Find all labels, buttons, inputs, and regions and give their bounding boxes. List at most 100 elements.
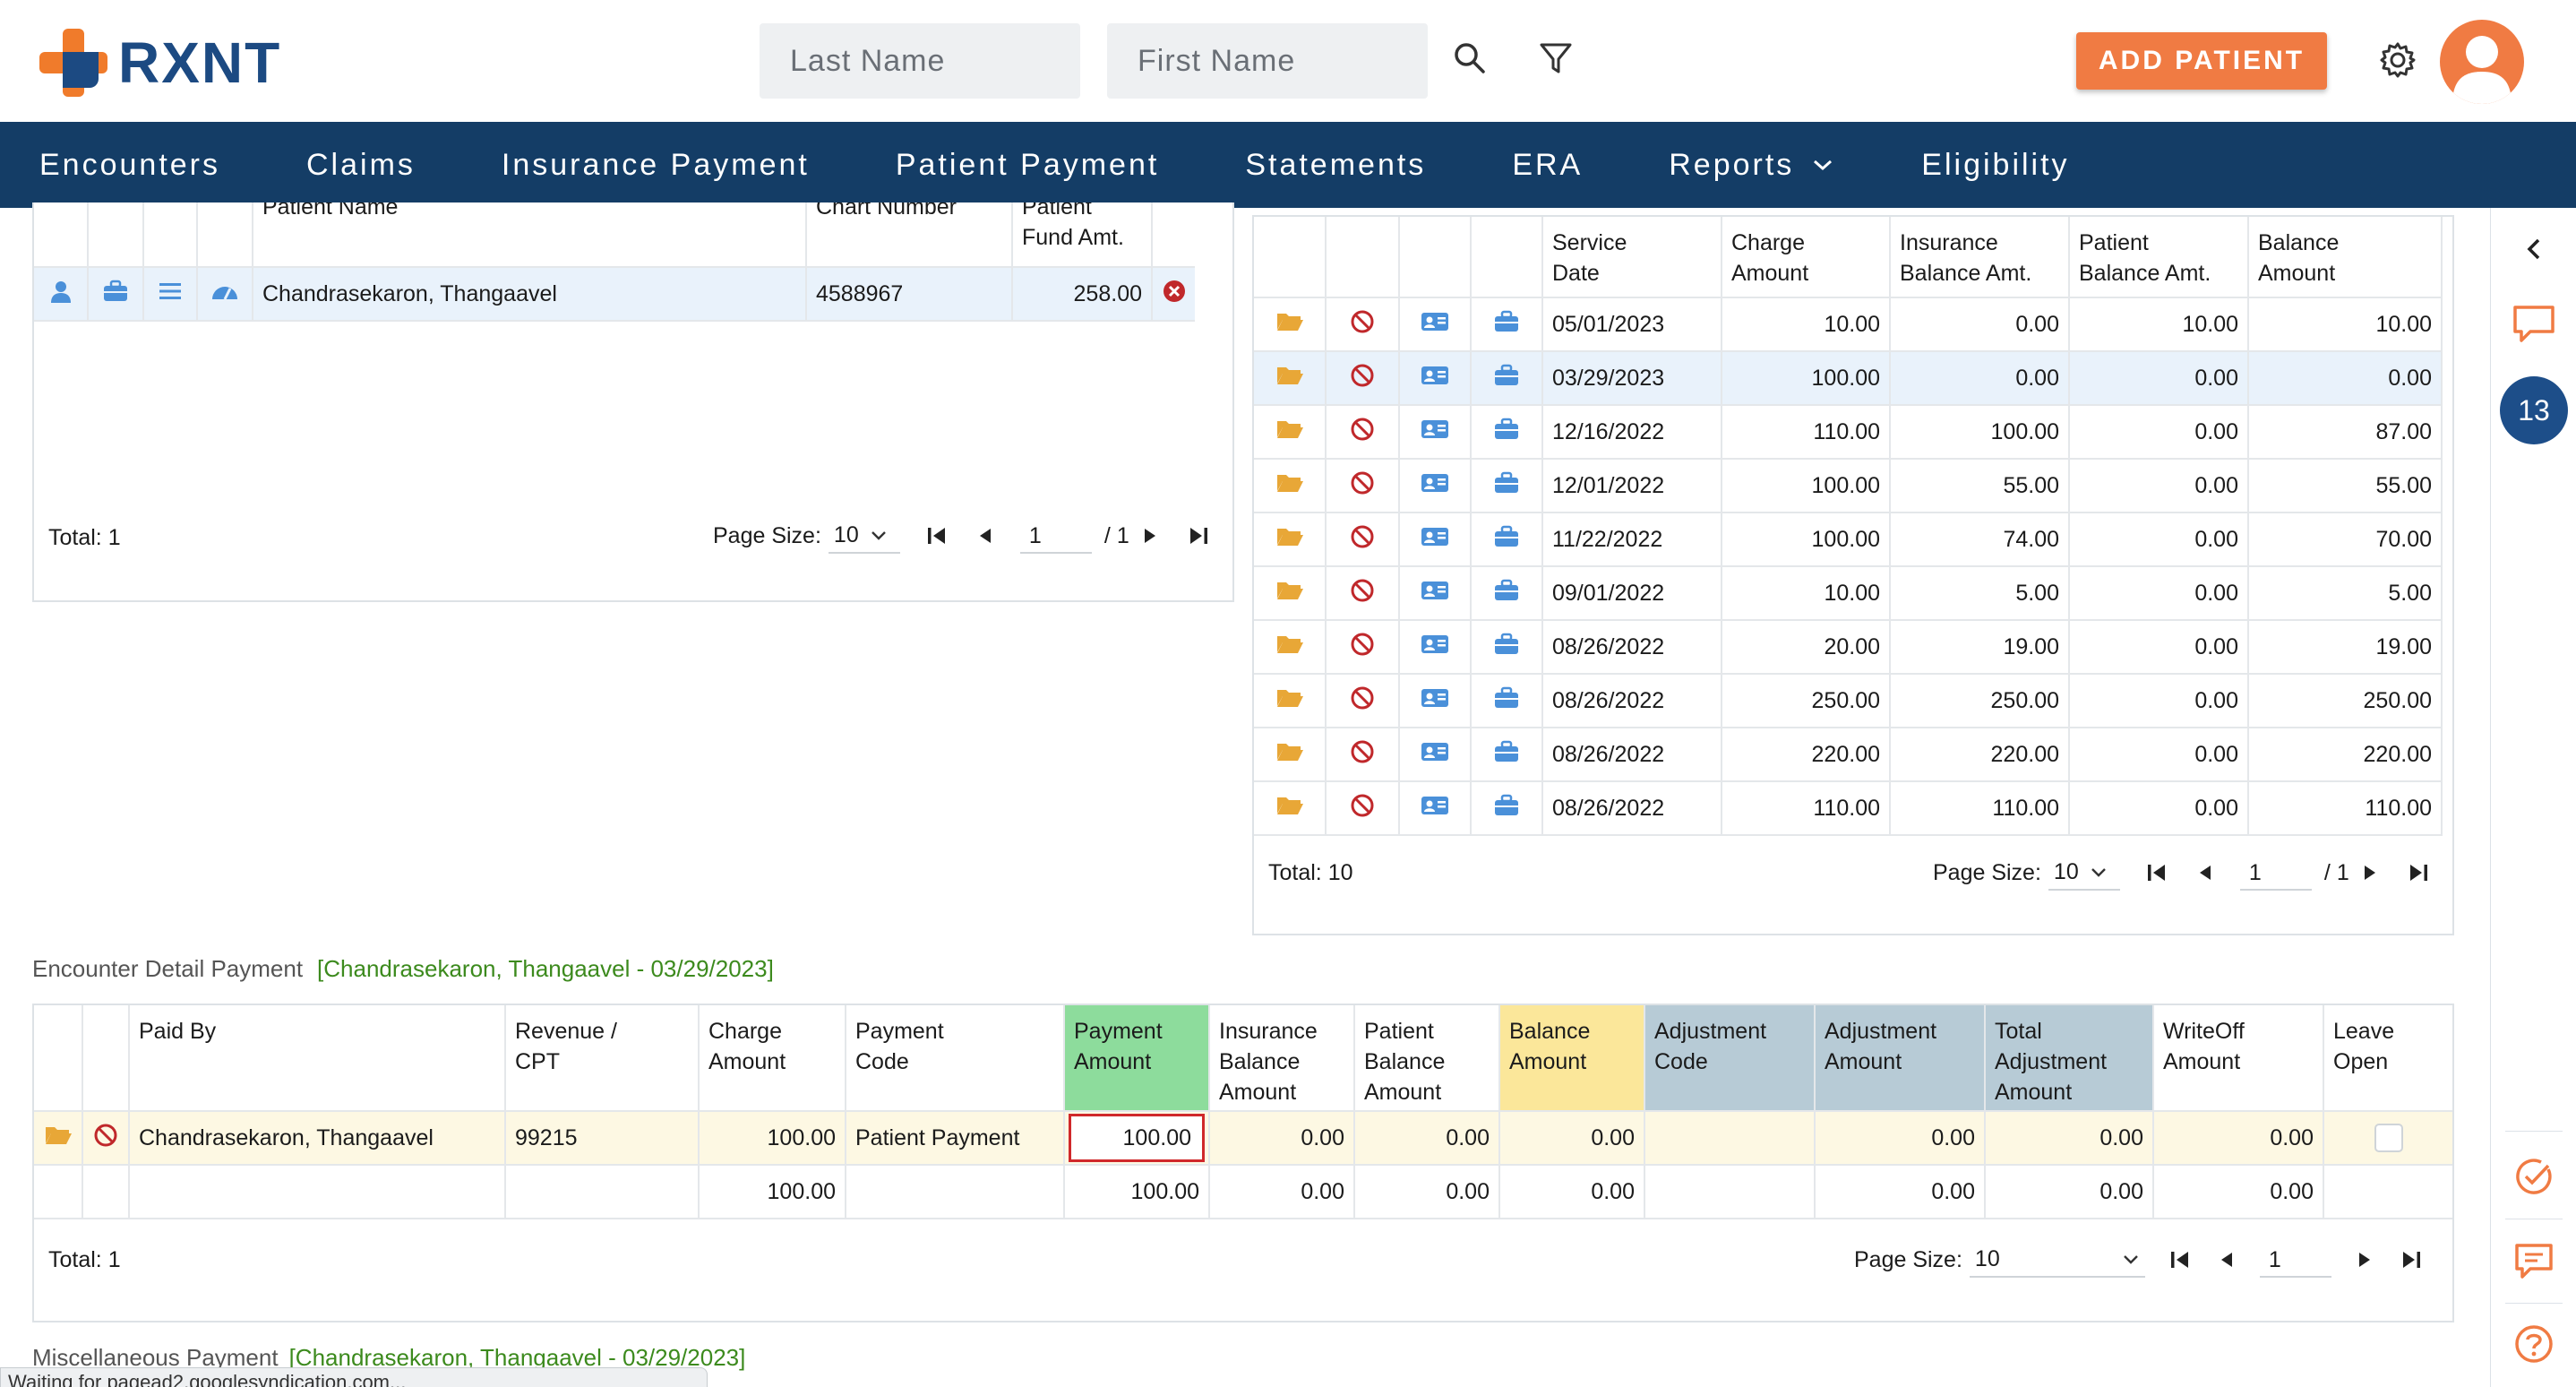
leave-open-checkbox[interactable] [2374, 1124, 2403, 1152]
list-icon[interactable] [143, 267, 198, 322]
col-balance-amount[interactable]: Balance Amount [1499, 1005, 1645, 1112]
first-page-icon[interactable] [923, 524, 950, 547]
col-payment-amount[interactable]: Payment Amount [1064, 1005, 1210, 1112]
table-row[interactable]: 05/01/2023 10.00 0.00 10.00 10.00 [1254, 297, 2443, 352]
col-insurance-balance[interactable]: Insurance Balance Amount [1209, 1005, 1355, 1112]
void-icon[interactable] [1326, 513, 1400, 567]
rxnt-logo[interactable]: RXNT [39, 27, 281, 99]
next-page-icon[interactable] [2353, 1248, 2376, 1271]
first-page-icon[interactable] [2143, 861, 2170, 884]
table-row[interactable]: 08/26/2022 220.00 220.00 0.00 220.00 [1254, 728, 2443, 782]
table-row[interactable]: Chandrasekaron, Thangaavel 4588967 258.0… [34, 267, 1195, 322]
user-avatar[interactable] [2440, 20, 2524, 104]
folder-icon[interactable] [1254, 513, 1327, 567]
nav-insurance-payment[interactable]: Insurance Payment [502, 148, 810, 183]
table-row[interactable]: 09/01/2022 10.00 5.00 0.00 5.00 [1254, 566, 2443, 621]
prev-page-icon[interactable] [2215, 1248, 2238, 1271]
col-adjustment-amount[interactable]: Adjustment Amount [1815, 1005, 1986, 1112]
prev-page-icon[interactable] [2194, 861, 2217, 884]
contact-card-icon[interactable] [1399, 297, 1472, 352]
dashboard-gauge-icon[interactable] [197, 267, 253, 322]
col-writeoff-amount[interactable]: WriteOff Amount [2153, 1005, 2324, 1112]
page-size-select[interactable]: 10 [1969, 1242, 2145, 1278]
add-patient-button[interactable]: ADD PATIENT [2076, 32, 2327, 90]
search-icon[interactable] [1447, 36, 1492, 81]
prev-page-icon[interactable] [974, 524, 997, 547]
last-page-icon[interactable] [1185, 524, 1212, 547]
contact-card-icon[interactable] [1399, 405, 1472, 460]
page-number-input[interactable]: 1 [1019, 518, 1092, 554]
payment-amount-input[interactable]: 100.00 [1069, 1114, 1205, 1162]
table-row[interactable]: 08/26/2022 110.00 110.00 0.00 110.00 [1254, 781, 2443, 836]
void-icon[interactable] [1326, 781, 1400, 836]
void-icon[interactable] [1326, 459, 1400, 513]
void-icon[interactable] [1326, 620, 1400, 675]
briefcase-icon[interactable] [1471, 297, 1543, 352]
table-row[interactable]: 12/16/2022 110.00 100.00 0.00 87.00 [1254, 405, 2443, 460]
folder-icon[interactable] [1254, 405, 1327, 460]
contact-card-icon[interactable] [1399, 566, 1472, 621]
void-icon[interactable] [1326, 297, 1400, 352]
page-size-select[interactable]: 10 [828, 518, 900, 554]
briefcase-icon[interactable] [1471, 781, 1543, 836]
last-name-input[interactable] [760, 23, 1080, 99]
filter-icon[interactable] [1533, 36, 1578, 81]
void-icon[interactable] [82, 1111, 130, 1166]
folder-icon[interactable] [1254, 674, 1327, 728]
col-adjustment-code[interactable]: Adjustment Code [1644, 1005, 1816, 1112]
col-payment-code[interactable]: Payment Code [846, 1005, 1065, 1112]
nav-encounters[interactable]: Encounters [39, 148, 220, 183]
folder-icon[interactable] [1254, 566, 1327, 621]
nav-era[interactable]: ERA [1512, 148, 1583, 183]
table-row[interactable]: 11/22/2022 100.00 74.00 0.00 70.00 [1254, 513, 2443, 567]
void-icon[interactable] [1326, 405, 1400, 460]
help-icon[interactable] [2491, 1319, 2576, 1369]
page-size-select[interactable]: 10 [2048, 855, 2120, 891]
briefcase-icon[interactable] [1471, 674, 1543, 728]
col-patient-balance[interactable]: Patient Balance Amt. [2069, 217, 2249, 298]
table-row[interactable]: Chandrasekaron, Thangaavel 99215 100.00 … [34, 1111, 2452, 1166]
folder-icon[interactable] [1254, 728, 1327, 782]
col-fund-amt[interactable]: Patient Fund Amt. [1012, 202, 1153, 268]
contact-card-icon[interactable] [1399, 459, 1472, 513]
folder-icon[interactable] [1254, 781, 1327, 836]
adjustment-code-cell[interactable] [1644, 1111, 1816, 1166]
col-chart-number[interactable]: Chart Number [806, 202, 1013, 268]
nav-patient-payment[interactable]: Patient Payment [896, 148, 1159, 183]
folder-icon[interactable] [34, 1111, 83, 1166]
last-page-icon[interactable] [2405, 861, 2432, 884]
page-number-input[interactable]: 1 [2259, 1242, 2331, 1278]
table-row[interactable]: 12/01/2022 100.00 55.00 0.00 55.00 [1254, 459, 2443, 513]
notification-badge[interactable]: 13 [2491, 375, 2576, 446]
col-leave-open[interactable]: Leave Open [2323, 1005, 2452, 1112]
message-icon[interactable] [2491, 1236, 2576, 1287]
gear-icon[interactable] [2374, 36, 2422, 84]
folder-icon[interactable] [1254, 459, 1327, 513]
nav-eligibility[interactable]: Eligibility [1921, 148, 2069, 183]
check-circle-icon[interactable] [2491, 1152, 2576, 1201]
briefcase-icon[interactable] [1471, 728, 1543, 782]
page-number-input[interactable]: 1 [2239, 855, 2312, 891]
nav-claims[interactable]: Claims [306, 148, 416, 183]
patient-icon[interactable] [34, 267, 89, 322]
contact-card-icon[interactable] [1399, 620, 1472, 675]
table-row[interactable]: 03/29/2023 100.00 0.00 0.00 0.00 [1254, 351, 2443, 406]
col-total-adjustment[interactable]: Total Adjustment Amount [1985, 1005, 2154, 1112]
nav-reports[interactable]: Reports [1669, 148, 1835, 183]
col-insurance-balance[interactable]: Insurance Balance Amt. [1890, 217, 2070, 298]
briefcase-icon[interactable] [1471, 405, 1543, 460]
contact-card-icon[interactable] [1399, 351, 1472, 406]
nav-statements[interactable]: Statements [1245, 148, 1426, 183]
briefcase-icon[interactable] [1471, 566, 1543, 621]
next-page-icon[interactable] [1138, 524, 1162, 547]
remove-patient-icon[interactable] [1152, 267, 1195, 322]
col-charge-amount[interactable]: Charge Amount [699, 1005, 846, 1112]
void-icon[interactable] [1326, 674, 1400, 728]
col-charge-amount[interactable]: Charge Amount [1722, 217, 1891, 298]
folder-icon[interactable] [1254, 297, 1327, 352]
col-paid-by[interactable]: Paid By [129, 1005, 506, 1112]
folder-icon[interactable] [1254, 620, 1327, 675]
col-service-date[interactable]: Service Date [1542, 217, 1722, 298]
col-revenue-cpt[interactable]: Revenue / CPT [505, 1005, 700, 1112]
contact-card-icon[interactable] [1399, 674, 1472, 728]
